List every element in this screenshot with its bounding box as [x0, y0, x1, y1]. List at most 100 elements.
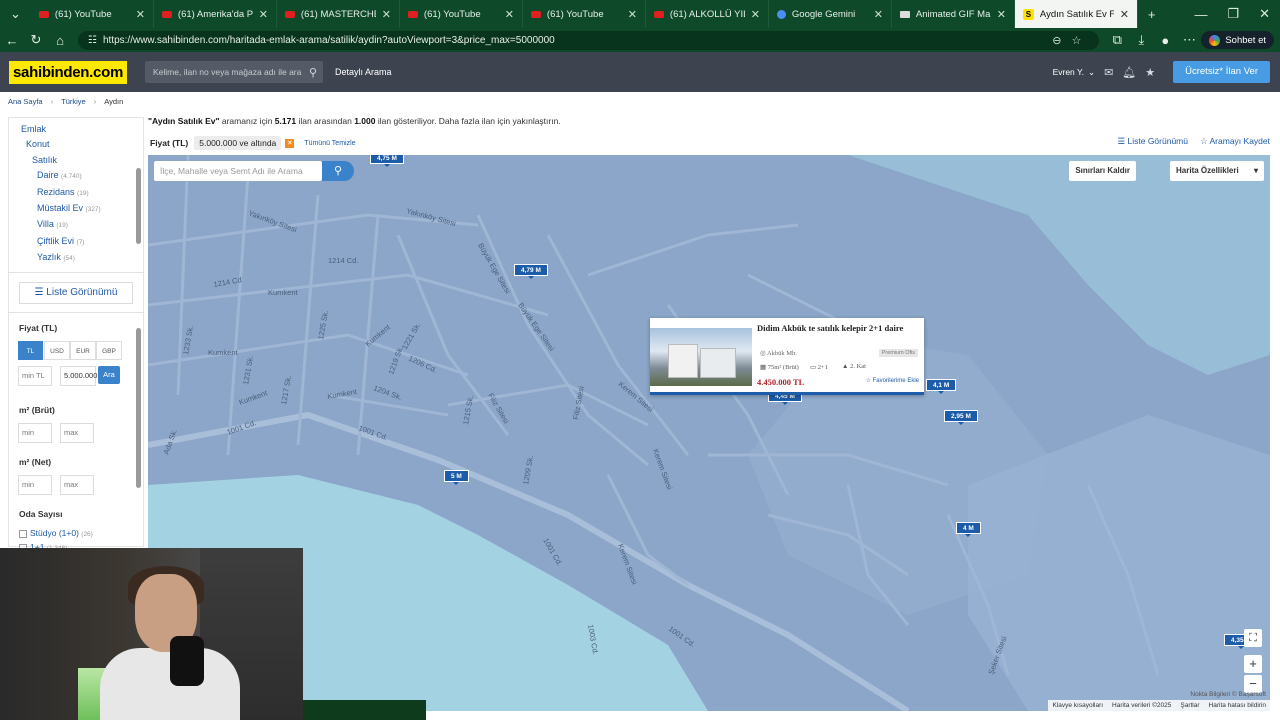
m2-net-max-input[interactable]: max [60, 475, 94, 495]
list-view-button[interactable]: ☰ Liste Görünümü [19, 282, 133, 304]
youtube-icon [407, 10, 418, 18]
menu-icon[interactable]: ⋯ [1177, 32, 1201, 48]
site-search-input[interactable]: Kelime, ilan no veya mağaza adı ile ara ⚲ [145, 61, 323, 83]
category-item[interactable]: Satılık [19, 153, 131, 168]
download-icon[interactable]: ⤓ [1129, 32, 1153, 48]
map-canvas[interactable]: Yakınköy Sitesi Yakınköy Sitesi 1214 Cd.… [148, 155, 1270, 711]
add-favorite-link[interactable]: ☆ Favorilerime Ekle [866, 377, 919, 384]
profile-icon[interactable]: ● [1153, 33, 1177, 48]
url-actions-icon[interactable]: ⊖☆ [1052, 34, 1099, 47]
listing-price: 4.450.000 TL [757, 377, 805, 387]
price-pin[interactable]: 4,1 M [926, 379, 957, 394]
category-item[interactable]: Yazlık (54) [19, 250, 131, 266]
m2-brut-min-input[interactable]: min [18, 423, 52, 443]
close-icon[interactable]: ✕ [997, 8, 1006, 21]
chat-button[interactable]: Sohbet et [1201, 31, 1274, 49]
detailed-search-link[interactable]: Detaylı Arama [335, 67, 392, 77]
close-icon[interactable]: ✕ [505, 8, 514, 21]
bell-icon[interactable]: 🔔︎ [1122, 66, 1136, 79]
mail-icon[interactable]: ✉ [1104, 66, 1113, 79]
map-search-input[interactable]: İlçe, Mahalle veya Semt Adı ile Arama [154, 161, 322, 181]
fullscreen-icon[interactable]: ⛶ [1244, 629, 1262, 647]
post-ad-button[interactable]: Ücretsiz* İlan Ver [1173, 61, 1270, 83]
tab-list-icon[interactable]: ⌄ [0, 6, 31, 22]
price-search-button[interactable]: Ara [98, 366, 120, 384]
close-icon[interactable]: ✕ [136, 8, 145, 21]
list-view-link[interactable]: ☰ Liste Görünümü [1118, 136, 1188, 147]
close-icon[interactable]: ✕ [628, 8, 637, 21]
close-icon[interactable]: ✕ [1120, 8, 1129, 21]
remove-filter-icon[interactable]: ✕ [285, 138, 295, 148]
browser-tab[interactable]: (61) YouTube ✕ [400, 0, 523, 28]
price-pin[interactable]: 5 M [444, 470, 469, 485]
breadcrumb-item[interactable]: Ana Sayfa [8, 97, 43, 106]
currency-eur[interactable]: EUR [70, 341, 96, 360]
youtube-icon [530, 10, 541, 18]
minimize-icon[interactable]: — [1184, 7, 1217, 22]
close-icon[interactable]: ✕ [874, 8, 883, 21]
reload-icon[interactable]: ↻ [24, 32, 48, 48]
star-icon[interactable]: ★ [1145, 66, 1155, 79]
category-item[interactable]: Daire (4.740) [19, 168, 131, 184]
listing-title[interactable]: Didim Akbük te satılık kelepir 2+1 daire [757, 323, 903, 333]
filter-scrollbar[interactable] [136, 328, 141, 488]
breadcrumb-item[interactable]: Türkiye [61, 97, 86, 106]
bed-icon: ▭ [810, 364, 817, 371]
filter-sidebar: Emlak Konut Satılık Daire (4.740) Rezida… [8, 117, 144, 552]
currency-tl[interactable]: TL [18, 341, 43, 360]
category-item[interactable]: Rezidans (19) [19, 185, 131, 201]
map-search-button[interactable]: ⚲ [322, 161, 354, 181]
category-item[interactable]: Villa (19) [19, 217, 131, 233]
category-item[interactable]: Konut [19, 137, 131, 152]
clear-all-link[interactable]: Tümünü Temizle [304, 140, 355, 147]
home-icon[interactable]: ⌂ [48, 33, 72, 48]
youtube-icon [38, 10, 49, 18]
close-icon[interactable]: ✕ [259, 8, 268, 21]
remove-bounds-button[interactable]: Sınırları Kaldır [1069, 161, 1136, 181]
window-close-icon[interactable]: ✕ [1249, 6, 1280, 22]
listing-photo[interactable] [650, 328, 752, 386]
url-field[interactable]: ☷ https://www.sahibinden.com/haritada-em… [78, 30, 1100, 50]
close-icon[interactable]: ✕ [382, 8, 391, 21]
search-icon[interactable]: ⚲ [309, 66, 317, 79]
browser-tab[interactable]: Google Gemini ✕ [769, 0, 892, 28]
maximize-icon[interactable]: ❐ [1217, 6, 1249, 22]
min-price-input[interactable]: min TL [18, 366, 52, 386]
max-price-input[interactable]: 5.000.000 [60, 366, 97, 386]
m2-brut-max-input[interactable]: max [60, 423, 94, 443]
browser-tab[interactable]: Animated GIF Maker✕ [892, 0, 1015, 28]
listing-area: ▦ 75m² (Brüt) [760, 364, 799, 371]
currency-usd[interactable]: USD [44, 341, 70, 360]
browser-tab[interactable]: (61) Amerika'da Polis Ha✕ [154, 0, 277, 28]
browser-tab[interactable]: (61) YouTube ✕ [31, 0, 154, 28]
category-item[interactable]: Müstakil Ev (327) [19, 201, 131, 217]
street-label: Kumkent [238, 388, 270, 407]
price-pin[interactable]: 2,95 M [944, 410, 978, 425]
site-info-icon[interactable]: ☷ [88, 35, 97, 46]
browser-tab-active[interactable]: SAydın Satılık Ev Fiyatları✕ [1014, 0, 1138, 28]
category-item[interactable]: Çiftlik Evi (7) [19, 234, 131, 250]
new-tab-icon[interactable]: + [1138, 7, 1166, 22]
price-pin[interactable]: 4,75 M [370, 155, 404, 167]
zoom-in-button[interactable]: + [1244, 655, 1262, 673]
category-item[interactable]: Emlak [19, 122, 131, 137]
currency-gbp[interactable]: GBP [96, 341, 122, 360]
extensions-icon[interactable]: ⧉ [1105, 32, 1129, 48]
category-scrollbar[interactable] [136, 168, 141, 244]
m2-net-min-input[interactable]: min [18, 475, 52, 495]
map-features-dropdown[interactable]: Harita Özellikleri ▾ [1170, 161, 1264, 181]
browser-tab[interactable]: (61) ALKOLLÜ YILBAŞI PA✕ [646, 0, 769, 28]
close-icon[interactable]: ✕ [751, 8, 760, 21]
browser-tab[interactable]: (61) MASTERCHEF YARI✕ [277, 0, 400, 28]
price-pin[interactable]: 4 M [956, 522, 981, 537]
listing-popup[interactable]: Didim Akbük te satılık kelepir 2+1 daire… [650, 318, 924, 395]
price-pin[interactable]: 4,79 M [514, 264, 548, 279]
user-menu[interactable]: Evren Y. ⌄ ✉ 🔔︎ ★ [1053, 66, 1156, 79]
result-info: "Aydın Satılık Ev" aramanız için 5.171 i… [148, 116, 561, 126]
checkbox[interactable] [19, 529, 27, 538]
site-logo[interactable]: sahibinden.com [9, 60, 127, 84]
save-search-link[interactable]: ☆ Aramayı Kaydet [1200, 136, 1270, 147]
room-option[interactable]: Stüdyo (1+0) (26) [19, 528, 93, 538]
back-icon[interactable]: ← [0, 33, 24, 48]
browser-tab[interactable]: (61) YouTube ✕ [523, 0, 646, 28]
